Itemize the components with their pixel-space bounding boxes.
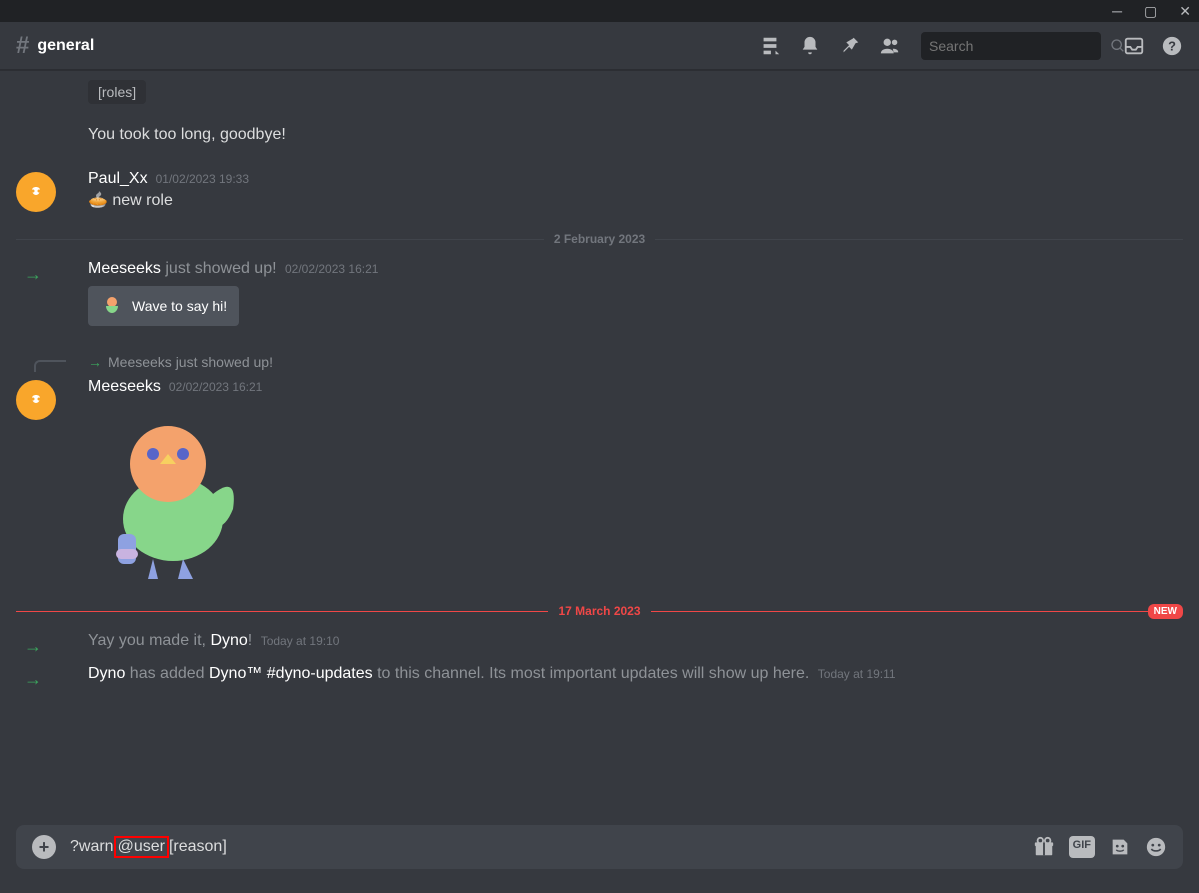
message-list: [roles] You took too long, goodbye! Paul… bbox=[0, 70, 1199, 813]
emoji-icon[interactable] bbox=[1145, 836, 1167, 858]
maximize-button[interactable]: ▢ bbox=[1144, 3, 1157, 20]
author-name[interactable]: Meeseeks bbox=[88, 378, 161, 396]
members-icon[interactable] bbox=[879, 35, 901, 57]
join-arrow-icon: → bbox=[16, 634, 42, 657]
close-button[interactable]: ✕ bbox=[1179, 3, 1191, 20]
timestamp: 02/02/2023 16:21 bbox=[285, 262, 378, 276]
timestamp: 01/02/2023 19:33 bbox=[156, 172, 249, 186]
author-name[interactable]: Dyno bbox=[88, 665, 125, 682]
date-divider: 2 February 2023 bbox=[16, 232, 1183, 246]
pie-emoji: 🥧 bbox=[88, 192, 108, 209]
wumpus-sticker bbox=[88, 404, 248, 584]
message-input-area: + ?warn @user [reason] GIF bbox=[16, 825, 1183, 869]
join-arrow-icon: → bbox=[16, 262, 42, 326]
message: Paul_Xx 01/02/2023 19:33 🥧 new role bbox=[16, 166, 1183, 212]
reply-spine bbox=[34, 360, 66, 372]
help-icon[interactable]: ? bbox=[1161, 35, 1183, 57]
author-name[interactable]: Meeseeks bbox=[88, 260, 161, 277]
channel-name: general bbox=[37, 37, 751, 55]
titlebar: ─ ▢ ✕ bbox=[0, 0, 1199, 22]
join-arrow-icon: → bbox=[88, 354, 102, 370]
inbox-icon[interactable] bbox=[1123, 35, 1145, 57]
message-content: 🥧 new role bbox=[88, 190, 1183, 212]
wumpus-wave-icon bbox=[100, 294, 124, 318]
system-message: → Dyno has added Dyno™ #dyno-updates to … bbox=[16, 661, 1183, 690]
add-attachment-button[interactable]: + bbox=[32, 835, 56, 859]
channel-header: # general ? bbox=[0, 22, 1199, 70]
message-content: You took too long, goodbye! bbox=[88, 124, 1183, 146]
notifications-icon[interactable] bbox=[799, 35, 821, 57]
search-bar[interactable] bbox=[921, 32, 1101, 60]
timestamp: 02/02/2023 16:21 bbox=[169, 380, 262, 394]
roles-chip: [roles] bbox=[88, 80, 146, 104]
date-divider-new: 17 March 2023 NEW bbox=[16, 604, 1183, 618]
message: Meeseeks 02/02/2023 16:21 bbox=[16, 374, 1183, 584]
join-message: → Meeseeks just showed up! 02/02/2023 16… bbox=[16, 256, 1183, 326]
avatar[interactable] bbox=[16, 380, 56, 420]
new-pill: NEW bbox=[1148, 604, 1183, 619]
pinned-icon[interactable] bbox=[839, 35, 861, 57]
join-message: → Yay you made it, Dyno! Today at 19:10 bbox=[16, 628, 1183, 657]
search-input[interactable] bbox=[929, 38, 1110, 54]
join-arrow-icon: → bbox=[16, 667, 42, 690]
message-input[interactable]: ?warn @user [reason] bbox=[70, 836, 1019, 858]
gif-button[interactable]: GIF bbox=[1069, 836, 1095, 858]
wave-button[interactable]: Wave to say hi! bbox=[88, 286, 239, 326]
sticker-icon[interactable] bbox=[1109, 836, 1131, 858]
gift-icon[interactable] bbox=[1033, 836, 1055, 858]
input-highlight: @user bbox=[114, 836, 169, 858]
author-name[interactable]: Dyno bbox=[210, 632, 247, 649]
timestamp: Today at 19:11 bbox=[818, 667, 896, 681]
avatar[interactable] bbox=[16, 172, 56, 212]
threads-icon[interactable] bbox=[759, 35, 781, 57]
reply-preview[interactable]: → Meeseeks just showed up! bbox=[88, 352, 1183, 370]
timestamp: Today at 19:10 bbox=[261, 634, 340, 648]
hash-icon: # bbox=[16, 32, 29, 60]
channel-mention[interactable]: Dyno™ #dyno-updates bbox=[209, 665, 373, 682]
minimize-button[interactable]: ─ bbox=[1112, 3, 1122, 19]
svg-text:?: ? bbox=[1168, 38, 1176, 53]
author-name[interactable]: Paul_Xx bbox=[88, 170, 148, 188]
